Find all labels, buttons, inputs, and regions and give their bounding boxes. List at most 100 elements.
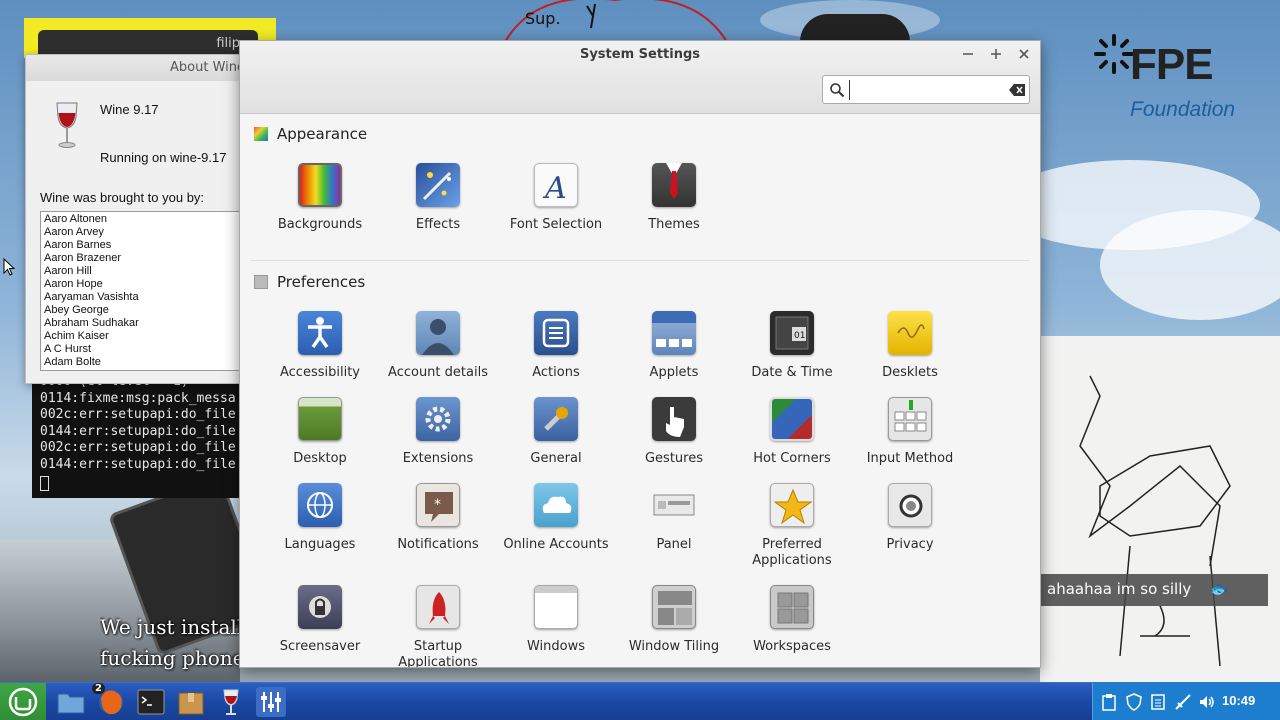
start-menu-button[interactable] bbox=[0, 683, 46, 720]
about-wine-window[interactable]: About Wine Wine 9.17 Running on wine-9.1… bbox=[25, 54, 247, 384]
effects-icon bbox=[416, 163, 460, 207]
section-header-appearance: Appearance bbox=[254, 125, 367, 145]
filip-window-titlebar[interactable]: filip bbox=[38, 30, 258, 56]
item-label: Backgrounds bbox=[277, 217, 363, 232]
section-title: Preferences bbox=[277, 273, 366, 291]
clear-search-icon[interactable] bbox=[1009, 84, 1025, 96]
settings-item-gestures[interactable]: Gestures bbox=[615, 397, 733, 467]
notes-icon[interactable] bbox=[1150, 693, 1166, 711]
settings-item-screensaver[interactable]: Screensaver bbox=[261, 585, 379, 655]
list-item: Abraham Sudhakar bbox=[44, 317, 139, 329]
input-method-icon bbox=[888, 397, 932, 441]
clipboard-icon[interactable] bbox=[1101, 693, 1117, 711]
settings-item-desklets[interactable]: Desklets bbox=[851, 311, 969, 381]
linux-mint-logo-icon bbox=[8, 687, 38, 717]
item-label: Accessibility bbox=[280, 365, 360, 380]
svg-text:01: 01 bbox=[794, 331, 805, 341]
settings-item-date-time[interactable]: 01 Date & Time bbox=[733, 311, 851, 381]
settings-item-online-accounts[interactable]: Online Accounts bbox=[497, 483, 615, 553]
search-input[interactable] bbox=[849, 80, 1009, 100]
settings-item-privacy[interactable]: Privacy bbox=[851, 483, 969, 553]
account-details-icon bbox=[416, 311, 460, 355]
section-divider bbox=[250, 260, 1030, 261]
wine-version: Wine 9.17 bbox=[100, 102, 159, 117]
settings-item-backgrounds[interactable]: Backgrounds bbox=[261, 163, 379, 233]
preferences-section-icon bbox=[254, 275, 268, 289]
settings-item-window-tiling[interactable]: Window Tiling bbox=[615, 585, 733, 655]
settings-item-general[interactable]: General bbox=[497, 397, 615, 467]
network-icon[interactable] bbox=[1175, 693, 1191, 711]
item-label: Preferred Applications bbox=[752, 537, 832, 568]
item-label: Workspaces bbox=[753, 639, 831, 654]
item-label: Themes bbox=[648, 217, 700, 232]
about-wine-titlebar[interactable]: About Wine bbox=[26, 55, 246, 81]
settings-item-preferred-applications[interactable]: Preferred Applications bbox=[733, 483, 851, 569]
settings-item-desktop[interactable]: Desktop bbox=[261, 397, 379, 467]
list-item: Abey George bbox=[44, 304, 109, 316]
extensions-icon bbox=[416, 397, 460, 441]
item-label: Languages bbox=[284, 537, 356, 552]
terminal-line: 002c:err:setupapi:do_file bbox=[40, 440, 236, 456]
system-settings-taskbar-icon[interactable] bbox=[256, 687, 286, 717]
settings-item-notifications[interactable]: * Notifications bbox=[379, 483, 497, 553]
item-label: Windows bbox=[526, 639, 586, 654]
minimize-icon bbox=[963, 53, 973, 55]
settings-item-extensions[interactable]: Extensions bbox=[379, 397, 497, 467]
settings-item-account-details[interactable]: Account details bbox=[379, 311, 497, 381]
firefox-badge: 2 bbox=[92, 683, 105, 694]
settings-item-font-selection[interactable]: A Font Selection bbox=[497, 163, 615, 233]
system-settings-window[interactable]: System Settings Appearance Backgrounds E… bbox=[239, 40, 1041, 668]
maximize-button[interactable] bbox=[986, 45, 1006, 65]
appearance-section-icon bbox=[254, 127, 268, 141]
settings-item-input-method[interactable]: Input Method bbox=[851, 397, 969, 467]
workspaces-icon bbox=[770, 585, 814, 629]
meme-label: ahaahaa im so silly 🐟 bbox=[1040, 574, 1268, 606]
settings-item-effects[interactable]: Effects bbox=[379, 163, 497, 233]
settings-item-languages[interactable]: Languages bbox=[261, 483, 379, 553]
files-icon[interactable] bbox=[56, 687, 86, 717]
screensaver-icon bbox=[298, 585, 342, 629]
section-header-preferences: Preferences bbox=[254, 273, 365, 293]
svg-text:A: A bbox=[542, 171, 567, 206]
settings-item-hot-corners[interactable]: Hot Corners bbox=[733, 397, 851, 467]
item-label: Actions bbox=[532, 365, 580, 380]
item-label: Startup Applications bbox=[398, 639, 478, 668]
settings-item-accessibility[interactable]: Accessibility bbox=[261, 311, 379, 381]
item-label: Desklets bbox=[882, 365, 938, 380]
settings-item-startup-applications[interactable]: Startup Applications bbox=[379, 585, 497, 668]
settings-item-themes[interactable]: Themes bbox=[615, 163, 733, 233]
search-box[interactable] bbox=[822, 75, 1030, 104]
archive-manager-icon[interactable] bbox=[176, 687, 206, 717]
preferred-applications-icon bbox=[770, 483, 814, 527]
settings-item-actions[interactable]: Actions bbox=[497, 311, 615, 381]
settings-item-workspaces[interactable]: Workspaces bbox=[733, 585, 851, 655]
settings-titlebar[interactable]: System Settings bbox=[240, 41, 1040, 114]
wine-running-version: Running on wine-9.17 bbox=[100, 150, 227, 165]
wine-icon[interactable] bbox=[216, 687, 246, 717]
terminal-window[interactable]: 0000 (el level = 1) 0114:fixme:msg:pack_… bbox=[32, 372, 242, 498]
applets-icon bbox=[652, 311, 696, 355]
list-item: A C Hurst bbox=[44, 343, 92, 355]
wine-glass-icon bbox=[56, 102, 78, 148]
list-item: Achim Kaiser bbox=[44, 330, 109, 342]
credits-list[interactable]: Aaro Altonen Aaron Arvey Aaron Barnes Aa… bbox=[40, 211, 246, 371]
window-title: System Settings bbox=[579, 47, 701, 62]
minimize-button[interactable] bbox=[958, 45, 978, 65]
list-item: Aaron Brazener bbox=[44, 252, 122, 264]
terminal-line: 0144:err:setupapi:do_file bbox=[40, 423, 236, 439]
terminal-icon[interactable] bbox=[136, 687, 166, 717]
list-item: Aaron Hope bbox=[44, 278, 103, 290]
close-button[interactable] bbox=[1014, 45, 1034, 65]
shield-icon[interactable] bbox=[1126, 693, 1142, 711]
desktop-icon bbox=[298, 397, 342, 441]
firefox-launcher[interactable]: 2 bbox=[92, 683, 126, 717]
settings-item-applets[interactable]: Applets bbox=[615, 311, 733, 381]
item-label: Date & Time bbox=[751, 365, 833, 380]
item-label: Notifications bbox=[397, 537, 479, 552]
volume-icon[interactable] bbox=[1199, 693, 1215, 711]
settings-item-panel[interactable]: Panel bbox=[615, 483, 733, 553]
clock[interactable]: 10:49 bbox=[1222, 693, 1255, 708]
online-accounts-icon bbox=[534, 483, 578, 527]
settings-item-windows[interactable]: Windows bbox=[497, 585, 615, 655]
about-wine-title: About Wine bbox=[170, 60, 245, 75]
